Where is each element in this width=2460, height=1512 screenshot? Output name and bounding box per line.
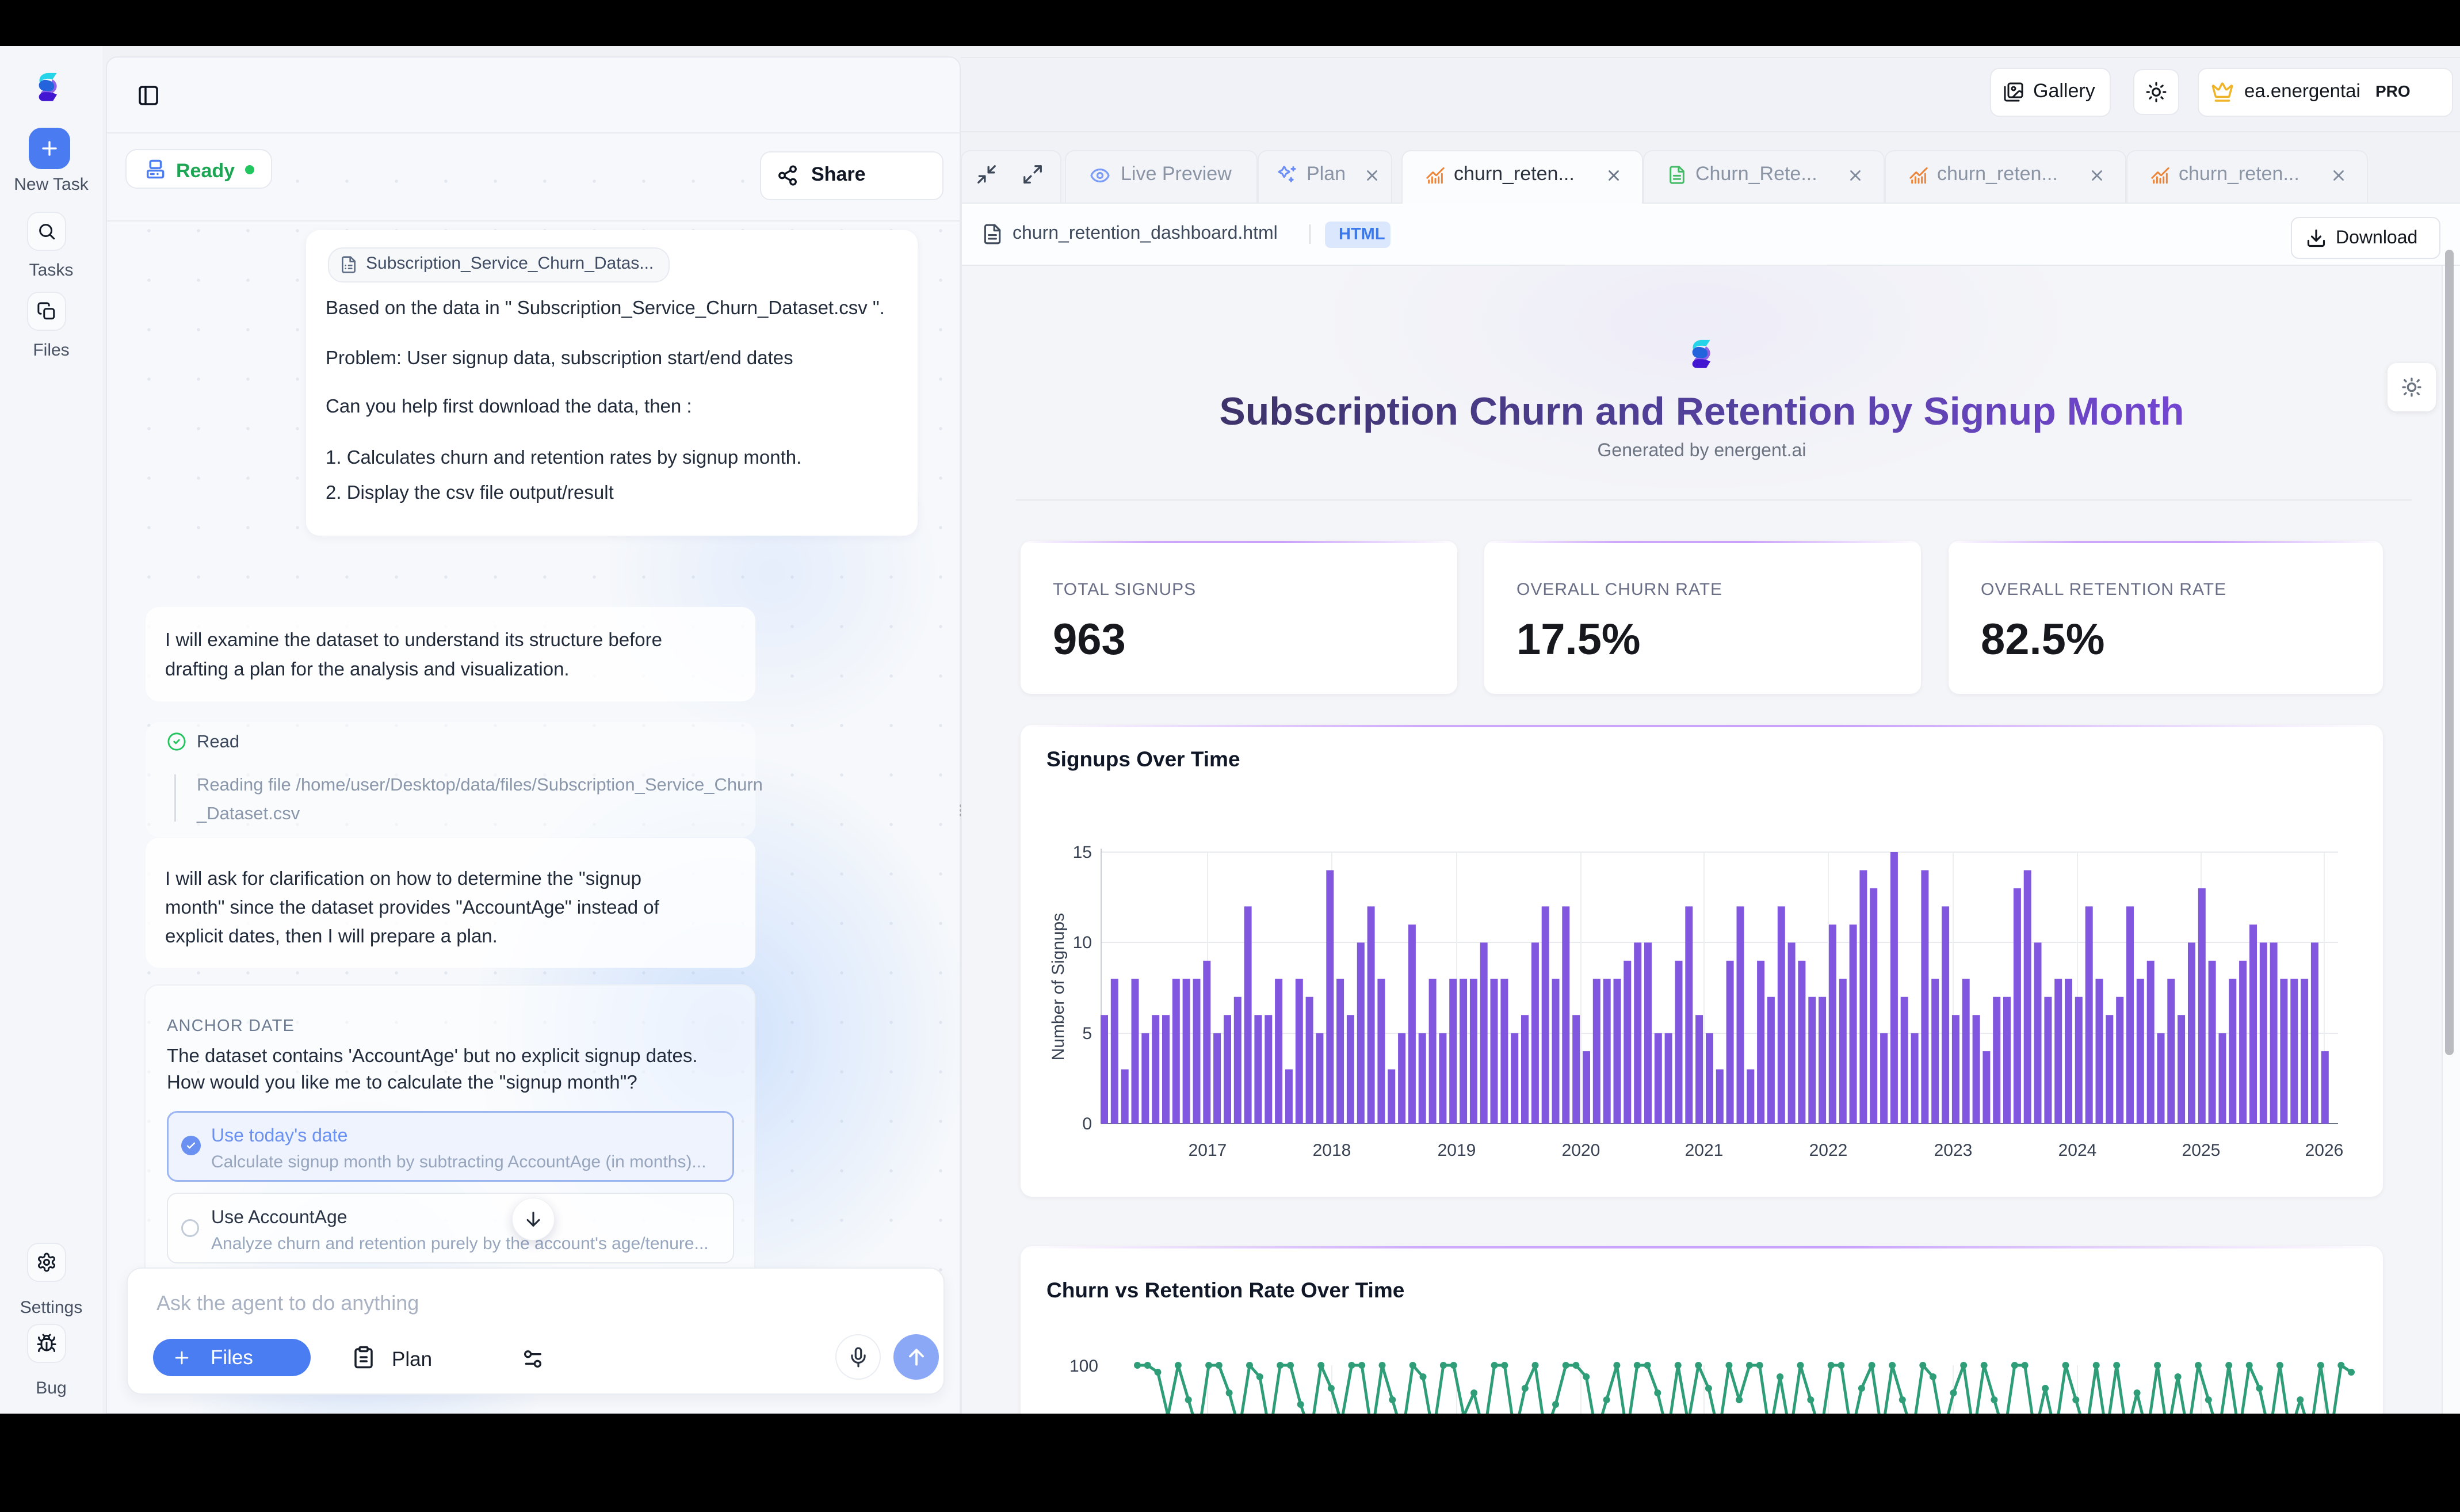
svg-text:2024: 2024: [2058, 1141, 2097, 1160]
svg-text:0: 0: [1082, 1114, 1092, 1133]
svg-text:2025: 2025: [2182, 1141, 2221, 1160]
svg-text:2021: 2021: [1685, 1141, 1724, 1160]
svg-text:2022: 2022: [1809, 1141, 1848, 1160]
svg-text:100: 100: [1069, 1357, 1098, 1376]
svg-text:2019: 2019: [1438, 1141, 1476, 1160]
svg-text:2026: 2026: [2305, 1141, 2344, 1160]
svg-text:5: 5: [1082, 1024, 1092, 1043]
svg-text:15: 15: [1073, 843, 1092, 862]
svg-text:2018: 2018: [1313, 1141, 1351, 1160]
svg-text:Number of Signups: Number of Signups: [1049, 913, 1068, 1061]
svg-text:2020: 2020: [1562, 1141, 1600, 1160]
svg-text:10: 10: [1073, 933, 1092, 952]
svg-text:2023: 2023: [1934, 1141, 1973, 1160]
svg-text:2017: 2017: [1189, 1141, 1227, 1160]
